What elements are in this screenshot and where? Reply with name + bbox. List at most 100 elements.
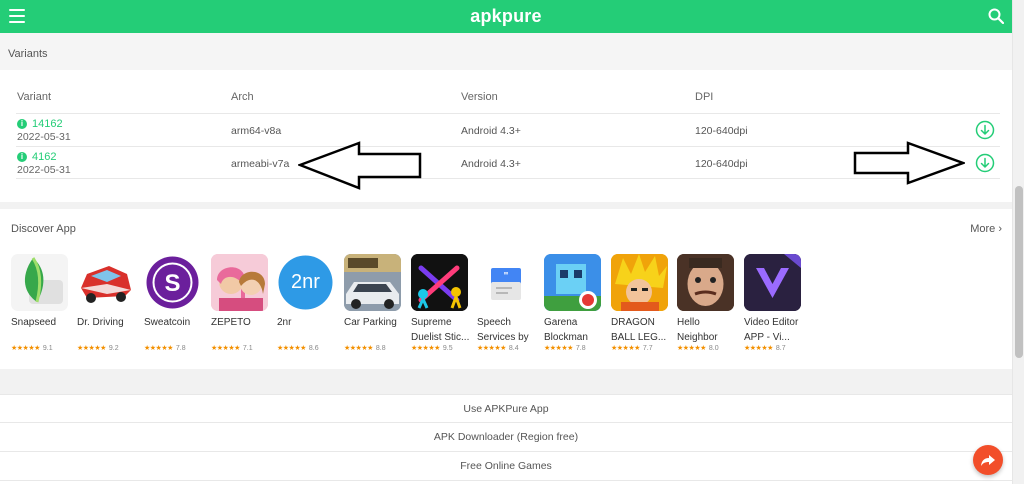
discover-app-section: Discover App More › Snapseed ★★★★★ 9.1 Dr…: [0, 209, 1012, 369]
more-link[interactable]: More ›: [970, 223, 1002, 235]
left-arrow-annotation: [298, 141, 422, 190]
variant-dpi: 120-640dpi: [695, 125, 748, 137]
app-card[interactable]: Hello Neighbor ★★★★★ 8.0: [677, 254, 737, 352]
app-card[interactable]: " Speech Services by ... ★★★★★8.4: [477, 254, 537, 352]
app-rating: ★★★★★ 8.8: [344, 345, 386, 352]
app-rating: ★★★★★ 8.0: [677, 345, 719, 352]
free-online-games-link[interactable]: Free Online Games: [0, 452, 1012, 481]
info-icon: i: [17, 119, 27, 129]
right-arrow-annotation: [853, 141, 965, 185]
car-parking-app-icon[interactable]: [344, 254, 401, 311]
apk-downloader-link[interactable]: APK Downloader (Region free): [0, 423, 1012, 452]
app-name[interactable]: Supreme Duelist Stic...: [411, 315, 471, 345]
rating-value: 7.8: [575, 345, 586, 352]
column-header-arch: Arch: [231, 91, 254, 103]
discover-title: Discover App: [11, 223, 76, 235]
rating-value: 8.8: [375, 345, 386, 352]
rating-value: 9.5: [442, 345, 453, 352]
app-card[interactable]: Garena Blockman GO ★★★★★7.8: [544, 254, 604, 352]
variant-link[interactable]: i 4162: [17, 151, 56, 163]
app-rating: ★★★★★ 8.7: [744, 345, 786, 352]
variants-header: Variants: [0, 33, 1012, 70]
app-name[interactable]: Dr. Driving: [77, 315, 137, 345]
column-header-dpi: DPI: [695, 91, 714, 103]
use-apkpure-app-link[interactable]: Use APKPure App: [0, 394, 1012, 423]
app-name[interactable]: 2nr: [277, 315, 337, 345]
rating-value: 7.8: [175, 345, 186, 352]
rating-value: 8.6: [308, 345, 319, 352]
app-rating: ★★★★★ 7.7: [611, 345, 653, 352]
share-button[interactable]: [973, 445, 1003, 475]
variants-title: Variants: [8, 48, 48, 60]
page-scrollbar[interactable]: [1012, 0, 1024, 484]
column-header-variant: Variant: [17, 91, 52, 103]
variant-dpi: 120-640dpi: [695, 158, 748, 170]
variant-link[interactable]: i 14162: [17, 118, 63, 130]
share-icon: [981, 455, 995, 466]
rating-value: 7.1: [242, 345, 253, 352]
rating-value: 8.7: [775, 345, 786, 352]
app-rating: ★★★★★ 8.4: [477, 345, 519, 352]
info-icon: i: [17, 152, 27, 162]
column-header-version: Version: [461, 91, 498, 103]
app-card[interactable]: Car Parking ★★★★★ 8.8: [344, 254, 404, 352]
rating-value: 9.2: [108, 345, 119, 352]
svg-text:": ": [504, 271, 509, 282]
supreme-duelist-app-icon[interactable]: [411, 254, 468, 311]
variant-version: Android 4.3+: [461, 125, 521, 137]
variant-arch: arm64-v8a: [231, 125, 282, 137]
dragon-ball-app-icon[interactable]: [611, 254, 668, 311]
app-name[interactable]: Car Parking: [344, 315, 404, 345]
search-icon[interactable]: [988, 8, 1004, 24]
app-card[interactable]: ZEPETO ★★★★★ 7.1: [211, 254, 271, 352]
rating-value: 7.7: [642, 345, 653, 352]
hello-neighbor-app-icon[interactable]: [677, 254, 734, 311]
variant-arch: armeabi-v7a: [231, 158, 290, 170]
app-card[interactable]: 2nr 2nr ★★★★★ 8.6: [277, 254, 337, 352]
video-editor-app-icon[interactable]: [744, 254, 801, 311]
rating-value: 8.4: [508, 345, 519, 352]
app-name[interactable]: Snapseed: [11, 315, 71, 345]
snapseed-app-icon[interactable]: [11, 254, 68, 311]
app-name[interactable]: Speech Services by ...: [477, 315, 537, 345]
app-card[interactable]: Supreme Duelist Stic... ★★★★★ 9.5: [411, 254, 471, 352]
2nr-app-icon[interactable]: 2nr: [277, 254, 334, 311]
scrollbar-thumb[interactable]: [1015, 186, 1023, 358]
zepeto-app-icon[interactable]: [211, 254, 268, 311]
more-label[interactable]: More: [970, 223, 995, 235]
app-name[interactable]: Hello Neighbor: [677, 315, 737, 345]
app-rating: ★★★★★ 7.8: [144, 345, 186, 352]
blockman-go-app-icon[interactable]: [544, 254, 601, 311]
app-card[interactable]: Snapseed ★★★★★ 9.1: [11, 254, 71, 352]
svg-text:S: S: [164, 270, 180, 297]
app-name[interactable]: Garena Blockman GO: [544, 315, 604, 345]
variant-version: Android 4.3+: [461, 158, 521, 170]
download-icon[interactable]: [975, 120, 995, 140]
download-icon[interactable]: [975, 153, 995, 173]
app-rating: ★★★★★ 9.1: [11, 345, 53, 352]
site-logo[interactable]: apkpure: [0, 6, 1012, 27]
variant-date: 2022-05-31: [17, 131, 71, 143]
app-name[interactable]: ZEPETO: [211, 315, 271, 345]
variant-date: 2022-05-31: [17, 164, 71, 176]
app-card[interactable]: Dr. Driving ★★★★★ 9.2: [77, 254, 137, 352]
variant-id[interactable]: 14162: [32, 118, 63, 130]
rating-value: 9.1: [42, 345, 53, 352]
app-card[interactable]: S Sweatcoin ★★★★★ 7.8: [144, 254, 204, 352]
app-name[interactable]: Sweatcoin: [144, 315, 204, 345]
app-card[interactable]: DRAGON BALL LEG... ★★★★★ 7.7: [611, 254, 671, 352]
sweatcoin-app-icon[interactable]: S: [144, 254, 201, 311]
app-rating: ★★★★★ 7.1: [211, 345, 253, 352]
top-bar: apkpure: [0, 0, 1012, 33]
dr-driving-app-icon[interactable]: [77, 254, 134, 311]
speech-services-app-icon[interactable]: ": [477, 254, 534, 311]
app-name[interactable]: DRAGON BALL LEG...: [611, 315, 671, 345]
app-name[interactable]: Video Editor APP - Vi...: [744, 315, 804, 345]
footer-links: Use APKPure App APK Downloader (Region f…: [0, 394, 1012, 484]
variant-id[interactable]: 4162: [32, 151, 56, 163]
app-rating: ★★★★★ 8.6: [277, 345, 319, 352]
app-card[interactable]: Video Editor APP - Vi... ★★★★★ 8.7: [744, 254, 804, 352]
app-rating: ★★★★★ 9.5: [411, 345, 453, 352]
chevron-right-icon: ›: [998, 223, 1002, 235]
rating-value: 8.0: [708, 345, 719, 352]
